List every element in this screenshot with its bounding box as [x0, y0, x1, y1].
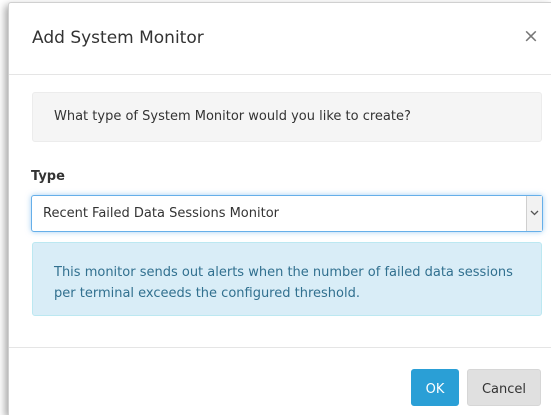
- ok-button[interactable]: OK: [411, 369, 459, 406]
- dialog-title: Add System Monitor: [32, 28, 204, 48]
- monitor-description: This monitor sends out alerts when the n…: [54, 265, 513, 301]
- close-icon[interactable]: ×: [523, 27, 539, 46]
- info-alert: This monitor sends out alerts when the n…: [32, 242, 542, 316]
- chevron-down-icon[interactable]: [526, 196, 542, 231]
- question-panel: What type of System Monitor would you li…: [32, 92, 542, 142]
- type-select[interactable]: Recent Failed Data Sessions Monitor: [31, 195, 543, 232]
- cancel-button[interactable]: Cancel: [467, 369, 541, 406]
- footer-divider: [9, 347, 551, 348]
- type-label: Type: [31, 169, 65, 184]
- type-select-value: Recent Failed Data Sessions Monitor: [43, 206, 280, 221]
- dialog-header: Add System Monitor ×: [9, 3, 551, 75]
- question-text: What type of System Monitor would you li…: [54, 109, 411, 124]
- add-system-monitor-dialog: Add System Monitor × What type of System…: [8, 2, 551, 415]
